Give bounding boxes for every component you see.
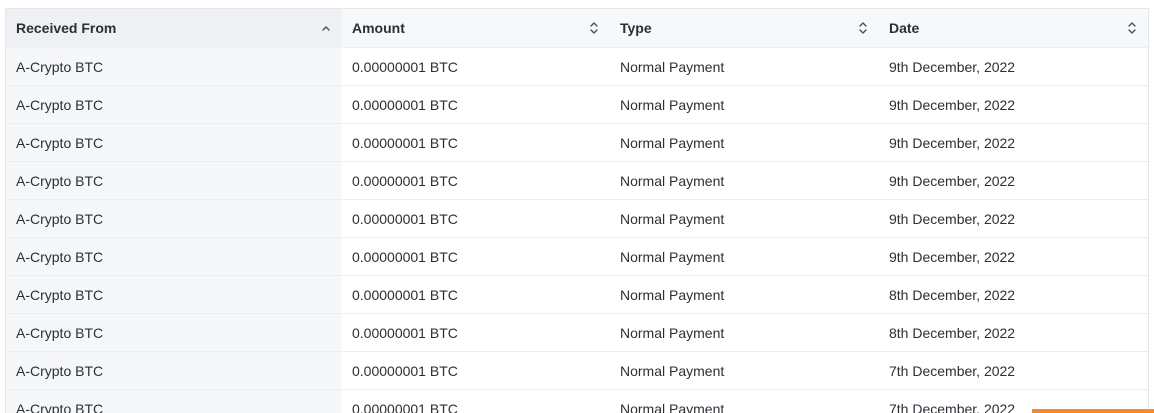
cell-amount: 0.00000001 BTC — [342, 389, 610, 413]
cell-received-from: A-Crypto BTC — [6, 389, 342, 413]
cell-date: 8th December, 2022 — [879, 275, 1148, 314]
table-row[interactable]: A-Crypto BTC 0.00000001 BTC Normal Payme… — [6, 123, 1148, 162]
sort-updown-icon[interactable] — [857, 21, 869, 35]
table-header: Received From Amount Type Date — [6, 9, 1148, 48]
cell-amount: 0.00000001 BTC — [342, 199, 610, 238]
cell-received-from: A-Crypto BTC — [6, 237, 342, 276]
cell-date: 9th December, 2022 — [879, 47, 1148, 86]
cell-date: 9th December, 2022 — [879, 199, 1148, 238]
cell-amount: 0.00000001 BTC — [342, 237, 610, 276]
cell-type: Normal Payment — [610, 275, 879, 314]
cell-received-from: A-Crypto BTC — [6, 199, 342, 238]
bottom-accent-bar — [1032, 409, 1154, 413]
cell-type: Normal Payment — [610, 123, 879, 162]
cell-type: Normal Payment — [610, 389, 879, 413]
cell-received-from: A-Crypto BTC — [6, 123, 342, 162]
table-row[interactable]: A-Crypto BTC 0.00000001 BTC Normal Payme… — [6, 85, 1148, 124]
cell-amount: 0.00000001 BTC — [342, 161, 610, 200]
table-body: A-Crypto BTC 0.00000001 BTC Normal Payme… — [6, 47, 1148, 413]
cell-date: 8th December, 2022 — [879, 313, 1148, 352]
cell-type: Normal Payment — [610, 351, 879, 390]
sort-updown-icon[interactable] — [1126, 21, 1138, 35]
chevron-up-icon[interactable] — [320, 21, 332, 35]
cell-received-from: A-Crypto BTC — [6, 351, 342, 390]
cell-type: Normal Payment — [610, 313, 879, 352]
cell-type: Normal Payment — [610, 161, 879, 200]
column-header-amount[interactable]: Amount — [342, 9, 610, 48]
table-row[interactable]: A-Crypto BTC 0.00000001 BTC Normal Payme… — [6, 351, 1148, 390]
cell-type: Normal Payment — [610, 199, 879, 238]
cell-amount: 0.00000001 BTC — [342, 275, 610, 314]
cell-amount: 0.00000001 BTC — [342, 351, 610, 390]
cell-type: Normal Payment — [610, 85, 879, 124]
table-row[interactable]: A-Crypto BTC 0.00000001 BTC Normal Payme… — [6, 237, 1148, 276]
column-header-label: Amount — [352, 20, 405, 36]
cell-received-from: A-Crypto BTC — [6, 275, 342, 314]
cell-date: 9th December, 2022 — [879, 237, 1148, 276]
cell-amount: 0.00000001 BTC — [342, 123, 610, 162]
cell-amount: 0.00000001 BTC — [342, 85, 610, 124]
cell-amount: 0.00000001 BTC — [342, 313, 610, 352]
table-row[interactable]: A-Crypto BTC 0.00000001 BTC Normal Payme… — [6, 389, 1148, 413]
transactions-table-container: Received From Amount Type Date A-Crypto … — [5, 8, 1149, 413]
cell-amount: 0.00000001 BTC — [342, 47, 610, 86]
cell-date: 9th December, 2022 — [879, 85, 1148, 124]
cell-received-from: A-Crypto BTC — [6, 85, 342, 124]
table-row[interactable]: A-Crypto BTC 0.00000001 BTC Normal Payme… — [6, 275, 1148, 314]
column-header-date[interactable]: Date — [879, 9, 1148, 48]
cell-type: Normal Payment — [610, 237, 879, 276]
cell-received-from: A-Crypto BTC — [6, 313, 342, 352]
cell-date: 9th December, 2022 — [879, 123, 1148, 162]
column-header-label: Date — [889, 20, 920, 36]
cell-type: Normal Payment — [610, 47, 879, 86]
column-header-label: Received From — [16, 20, 117, 36]
cell-received-from: A-Crypto BTC — [6, 161, 342, 200]
column-header-type[interactable]: Type — [610, 9, 879, 48]
cell-date: 9th December, 2022 — [879, 161, 1148, 200]
table-row[interactable]: A-Crypto BTC 0.00000001 BTC Normal Payme… — [6, 313, 1148, 352]
transactions-table: Received From Amount Type Date A-Crypto … — [6, 9, 1148, 413]
cell-received-from: A-Crypto BTC — [6, 47, 342, 86]
column-header-label: Type — [620, 20, 652, 36]
column-header-received-from[interactable]: Received From — [6, 9, 342, 48]
table-row[interactable]: A-Crypto BTC 0.00000001 BTC Normal Payme… — [6, 199, 1148, 238]
header-row: Received From Amount Type Date — [6, 9, 1148, 48]
table-row[interactable]: A-Crypto BTC 0.00000001 BTC Normal Payme… — [6, 161, 1148, 200]
cell-date: 7th December, 2022 — [879, 351, 1148, 390]
table-row[interactable]: A-Crypto BTC 0.00000001 BTC Normal Payme… — [6, 47, 1148, 86]
sort-updown-icon[interactable] — [588, 21, 600, 35]
